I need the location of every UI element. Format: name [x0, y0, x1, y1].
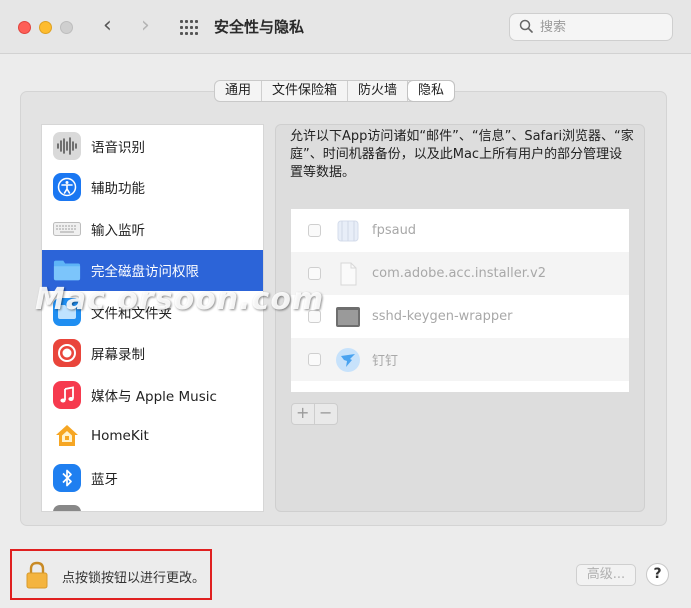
tab-privacy[interactable]: 隐私 — [408, 81, 455, 101]
lock-highlight-box: 点按锁按钮以进行更改。 — [10, 549, 212, 600]
remove-app-button[interactable]: − — [315, 404, 337, 424]
lock-instruction-text: 点按锁按钮以进行更改。 — [62, 571, 206, 586]
tab-filevault[interactable]: 文件保险箱 — [262, 81, 349, 101]
privacy-category-list: 语音识别 辅助功能 输入监听 完全磁盘访问权限 文件和文件夹 屏幕录制 媒体与 … — [41, 124, 264, 512]
forward-arrow-icon[interactable]: › — [141, 14, 150, 38]
add-remove-control: + − — [291, 403, 338, 425]
close-button[interactable] — [18, 21, 31, 34]
terminal-icon — [335, 304, 361, 330]
back-arrow-icon[interactable]: ‹ — [103, 14, 112, 38]
zoom-button[interactable] — [60, 21, 73, 34]
tab-bar: 通用 文件保险箱 防火墙 隐私 — [214, 80, 456, 102]
sidebar-item-label: 屏幕录制 — [91, 347, 145, 364]
list-item: sshd-keygen-wrapper — [291, 295, 629, 338]
app-name: 钉钉 — [372, 354, 399, 369]
permission-checkbox[interactable] — [308, 267, 321, 280]
sidebar-item-homekit[interactable]: HomeKit — [42, 416, 263, 458]
title-bar: ‹ › 安全性与隐私 — [0, 0, 691, 54]
window-title: 安全性与隐私 — [214, 18, 305, 36]
sidebar-item-speech-recognition[interactable]: 语音识别 — [42, 125, 263, 167]
advanced-button[interactable]: 高级... — [576, 564, 636, 586]
sidebar-item-input-monitoring[interactable]: 输入监听 — [42, 208, 263, 250]
bluetooth-icon — [53, 463, 81, 492]
accessibility-icon — [53, 173, 81, 202]
app-permission-list: fpsaud com.adobe.acc.installer.v2 sshd-k… — [291, 209, 629, 392]
tab-firewall[interactable]: 防火墙 — [348, 81, 409, 101]
system-preferences-window: ‹ › 安全性与隐私 通用 文件保险箱 防火墙 隐私 — [0, 0, 691, 608]
partial-item-icon — [53, 505, 81, 511]
search-field[interactable] — [509, 13, 673, 41]
speech-recognition-icon — [53, 131, 81, 160]
list-item: com.adobe.acc.installer.v2 — [291, 252, 629, 295]
help-button[interactable]: ? — [646, 563, 669, 586]
add-app-button[interactable]: + — [292, 404, 315, 424]
app-generic-icon — [335, 218, 361, 244]
dingtalk-icon — [335, 347, 361, 373]
permission-checkbox[interactable] — [308, 353, 321, 366]
search-input[interactable] — [540, 18, 665, 36]
minimize-button[interactable] — [39, 21, 52, 34]
tab-general[interactable]: 通用 — [215, 81, 263, 101]
app-generic-icon — [335, 390, 361, 393]
permission-checkbox[interactable] — [308, 224, 321, 237]
sidebar-item-label: 辅助功能 — [91, 181, 145, 198]
screen-recording-icon — [53, 339, 81, 368]
sidebar-item-label: HomeKit — [91, 428, 149, 445]
lock-icon[interactable] — [26, 561, 48, 589]
search-icon — [519, 19, 533, 33]
list-item: 钉钉 — [291, 338, 629, 381]
folder-icon — [53, 256, 81, 284]
list-item — [291, 381, 629, 392]
app-name: com.adobe.acc.installer.v2 — [372, 266, 547, 281]
sidebar-item-partial — [42, 499, 263, 511]
app-name: sshd-keygen-wrapper — [372, 309, 513, 324]
music-icon — [53, 380, 81, 409]
sidebar-item-screen-recording[interactable]: 屏幕录制 — [42, 333, 263, 375]
show-all-grid-icon[interactable] — [180, 20, 198, 35]
list-item: fpsaud — [291, 209, 629, 252]
sidebar-item-accessibility[interactable]: 辅助功能 — [42, 167, 263, 209]
app-name: fpsaud — [372, 223, 417, 238]
document-icon — [335, 261, 361, 287]
sidebar-item-label: 蓝牙 — [91, 471, 118, 488]
sidebar-item-label: 语音识别 — [91, 139, 145, 156]
sidebar-item-label: 媒体与 Apple Music — [91, 388, 217, 405]
sidebar-item-label: 完全磁盘访问权限 — [91, 264, 199, 281]
sidebar-item-media-apple-music[interactable]: 媒体与 Apple Music — [42, 374, 263, 416]
watermark: Mac orsoon.com — [35, 282, 325, 317]
homekit-icon — [53, 422, 81, 450]
sidebar-item-bluetooth[interactable]: 蓝牙 — [42, 457, 263, 499]
sidebar-item-label: 输入监听 — [91, 222, 145, 239]
keyboard-icon — [53, 215, 81, 243]
permission-description: 允许以下App访问诸如“邮件”、“信息”、Safari浏览器、“家庭”、时间机器… — [290, 129, 634, 180]
